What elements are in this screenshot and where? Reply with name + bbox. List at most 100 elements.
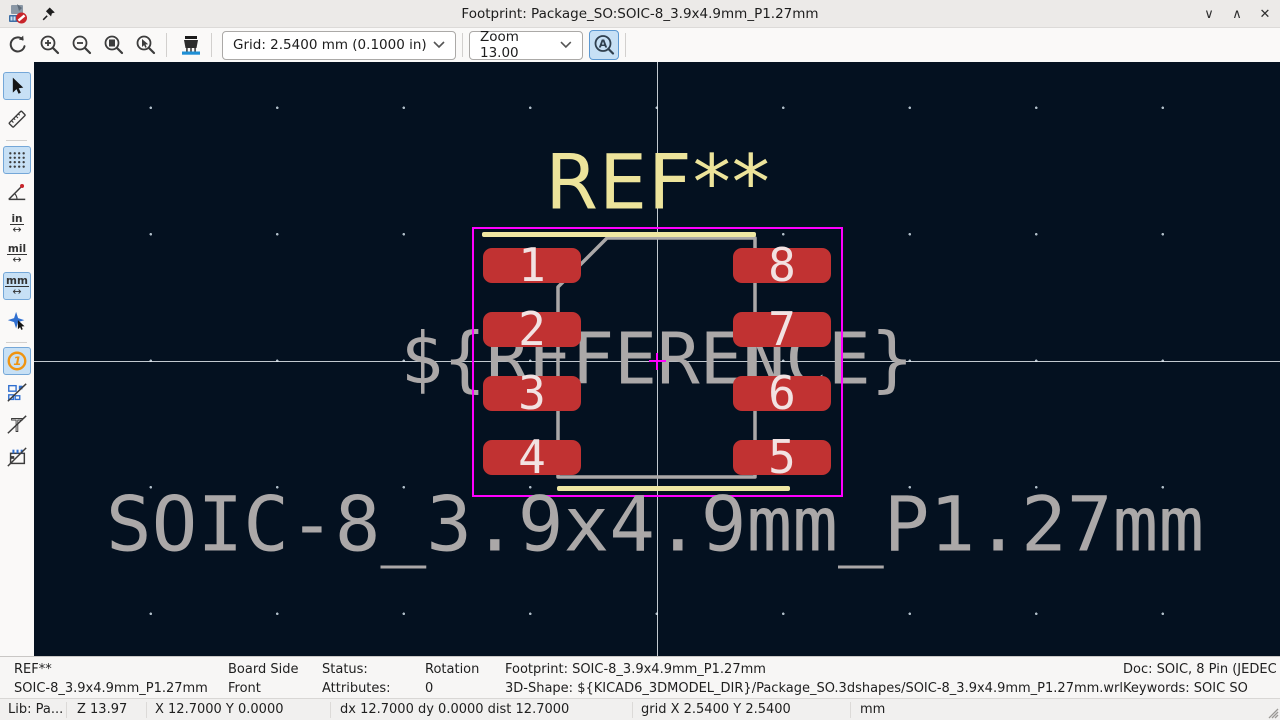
toolbar-separator [462,33,463,57]
pad-sketch-mode-toggle[interactable] [3,379,31,407]
ruler-icon [6,108,28,130]
status-zoom: Z 13.97 [77,701,127,719]
info-rotation: Rotation 0 [425,660,479,698]
footprint-info-bar: REF** SOIC-8_3.9x4.9mm_P1.27mm Board Sid… [0,656,1280,698]
text-outline-icon: T [6,414,28,436]
svg-text:1: 1 [13,354,21,368]
grid-dots-icon [7,150,27,170]
status-library: Lib: Pa... [8,701,63,719]
toolbar-separator [166,33,167,57]
info-paths: Footprint: SOIC-8_3.9x4.9mm_P1.27mm 3D-S… [505,660,1123,698]
units-inches-button[interactable]: in ↔ [3,210,31,238]
pad-3: 3 [483,376,581,411]
pad-1: 1 [483,248,581,283]
fullscreen-cursor-toggle[interactable] [3,307,31,335]
pad-7: 7 [733,312,831,347]
resize-grip[interactable] [1263,703,1279,719]
status-separator [632,702,633,718]
units-mm-button[interactable]: mm ↔ [3,272,31,300]
pad-4: 4 [483,440,581,475]
pad-number-icon: 1 [6,350,28,372]
status-separator [850,702,851,718]
left-toolbar: in ↔ mil ↔ mm ↔ 1 T [0,62,34,656]
footprint-canvas[interactable]: REF** ${REFERENCE} 1 2 3 4 5 6 7 8 SOIC-… [34,62,1280,656]
rotation-value: 0 [425,679,479,698]
status-separator [146,702,147,718]
pads-outline-icon [6,382,28,404]
window-rollup-button[interactable]: ∨ [1200,5,1218,23]
zoom-selection-button[interactable] [132,31,160,59]
zoom-out-button[interactable] [68,31,96,59]
pad-8: 8 [733,248,831,283]
status-units: mm [860,701,885,719]
rotation-label: Rotation [425,660,479,679]
zoom-select-value: Zoom 13.00 [480,29,560,61]
svg-text:A: A [599,38,608,51]
graphics-sketch-mode-toggle[interactable] [3,443,31,471]
info-status: Status: Attributes: [322,660,391,698]
zoom-in-icon [38,33,62,57]
window-rolldown-button[interactable]: ∧ [1228,5,1246,23]
select-tool-button[interactable] [3,72,31,100]
left-toolbar-separator [6,342,27,343]
chevron-down-icon [560,41,572,49]
polar-coordinates-icon [6,181,28,203]
info-board-side: Board Side Front [228,660,298,698]
units-mils-button[interactable]: mil ↔ [3,240,31,268]
title-bar: Footprint: Package_SO:SOIC-8_3.9x4.9mm_P… [0,0,1280,28]
silkscreen-top-line [482,232,756,237]
window-close-button[interactable]: ✕ [1256,5,1274,23]
toolbar-separator [625,33,626,57]
zoom-out-icon [70,33,94,57]
crosshair-cursor-icon [6,310,28,332]
zoom-fit-icon [102,33,126,57]
graphics-outline-icon [6,446,28,468]
status-label: Status: [322,660,391,679]
svg-text:T: T [11,416,23,436]
polar-coords-toggle[interactable] [3,178,31,206]
zoom-select[interactable]: Zoom 13.00 [469,31,583,60]
window-title: Footprint: Package_SO:SOIC-8_3.9x4.9mm_P… [0,6,1280,22]
info-footprint-name: SOIC-8_3.9x4.9mm_P1.27mm [14,679,208,698]
left-toolbar-separator [6,140,27,141]
status-grid: grid X 2.5400 Y 2.5400 [641,701,791,719]
pad-5: 5 [733,440,831,475]
refresh-icon [6,33,30,57]
3d-viewer-icon [178,32,204,58]
footprint-anchor-icon [649,360,666,362]
zoom-fit-button[interactable] [100,31,128,59]
status-relative-position: dx 12.7000 dy 0.0000 dist 12.7000 [340,701,569,719]
text-sketch-mode-toggle[interactable]: T [3,411,31,439]
top-toolbar: Grid: 2.5400 mm (0.1000 in) Zoom 13.00 A [0,28,1280,62]
zoom-in-button[interactable] [36,31,64,59]
pad-6: 6 [733,376,831,411]
refresh-button[interactable] [4,31,32,59]
board-side-value: Front [228,679,298,698]
zoom-selection-icon [134,33,158,57]
status-cursor-position: X 12.7000 Y 0.0000 [155,701,284,719]
status-bar: Lib: Pa... Z 13.97 X 12.7000 Y 0.0000 dx… [0,698,1280,720]
cursor-icon [7,76,27,96]
show-pad-numbers-toggle[interactable]: 1 [3,347,31,375]
info-reference: REF** [14,660,208,679]
status-separator [66,702,67,718]
info-doc: Doc: SOIC, 8 Pin (JEDEC M Keywords: SOIC… [1123,660,1280,698]
attributes-label: Attributes: [322,679,391,698]
chevron-down-icon [433,41,445,49]
keywords-text: Keywords: SOIC SO [1123,679,1280,698]
show-3d-viewer-button[interactable] [177,31,205,59]
doc-text: Doc: SOIC, 8 Pin (JEDEC M [1123,660,1280,679]
toolbar-separator [211,33,212,57]
fab-value-text: SOIC-8_3.9x4.9mm_P1.27mm [106,480,1204,569]
auto-zoom-toggle[interactable]: A [589,30,619,60]
grid-select[interactable]: Grid: 2.5400 mm (0.1000 in) [222,31,456,60]
status-separator [330,702,331,718]
shape-3d-path: 3D-Shape: ${KICAD6_3DMODEL_DIR}/Package_… [505,679,1123,698]
footprint-path: Footprint: SOIC-8_3.9x4.9mm_P1.27mm [505,660,1123,679]
info-identity: REF** SOIC-8_3.9x4.9mm_P1.27mm [14,660,208,698]
show-grid-toggle[interactable] [3,146,31,174]
pad-2: 2 [483,312,581,347]
board-side-label: Board Side [228,660,298,679]
measure-tool-button[interactable] [3,105,31,133]
auto-zoom-icon: A [592,33,616,57]
